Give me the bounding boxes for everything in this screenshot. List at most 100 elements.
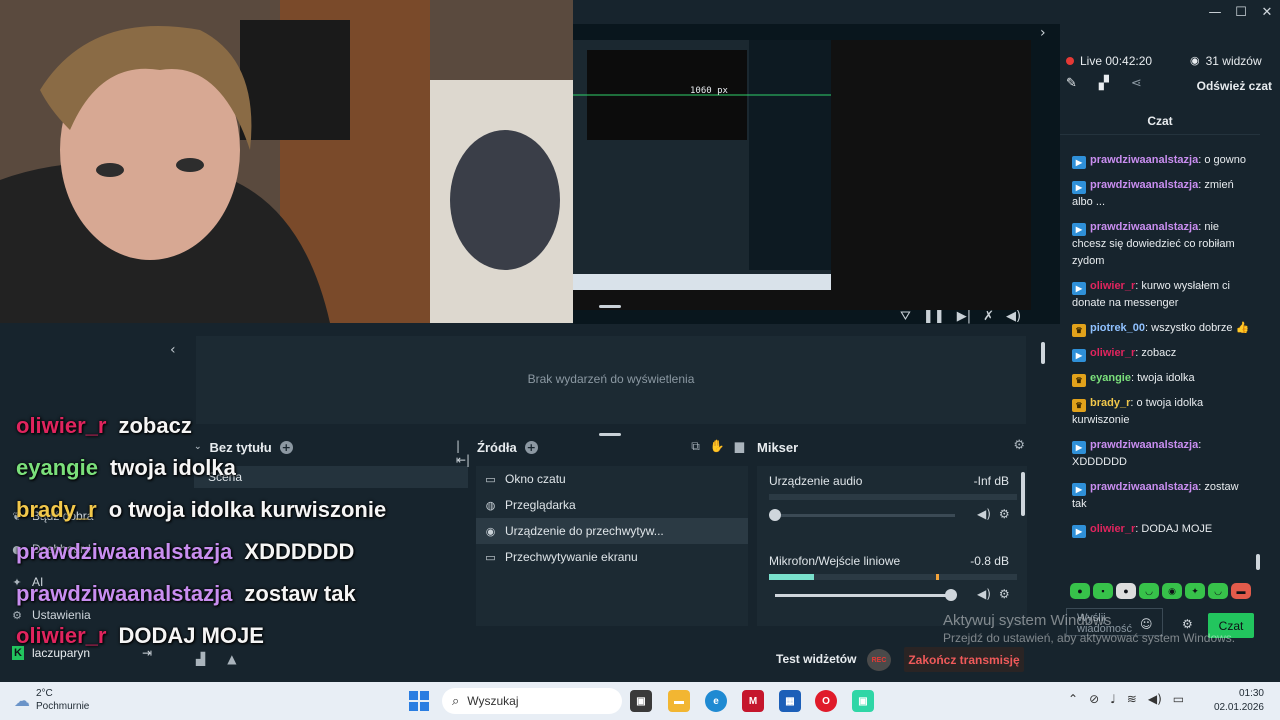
emote-icon[interactable]: ◉ [1162,583,1182,599]
clock-time: 01:30 [1238,688,1264,699]
dashboard-icon[interactable]: ▞ [1099,76,1109,91]
chat-message: ▶ prawdziwaanalstazja: zostaw tak [1072,479,1252,513]
edit-icon[interactable]: ✎ [1066,76,1077,91]
crown-badge-icon: ♛ [1072,399,1086,412]
chevron-up-icon[interactable]: ⌃ [1068,692,1078,706]
wifi-icon[interactable]: ≋ [1127,692,1137,706]
filter-icon[interactable]: ⛛ [900,309,911,324]
skip-icon[interactable]: ▶| [957,309,971,324]
test-widgets-button[interactable]: Test widżetów [776,652,856,666]
refresh-chat-button[interactable]: Odśwież czat [1197,79,1272,93]
twitch-badge-icon: ▶ [1072,223,1086,236]
source-item-screen-capture[interactable]: ▭ Przechwytywanie ekranu [476,544,748,570]
hand-icon[interactable]: ✋ [710,439,725,454]
emote-icon[interactable]: ● [1116,583,1136,599]
emote-icon[interactable]: ✦ [1185,583,1205,599]
chat-username[interactable]: oliwier_r [1090,347,1135,359]
taskbar-clock[interactable]: 01:30 02.01.2026 [1214,687,1264,715]
emote-icon[interactable]: ◡ [1139,583,1159,599]
chat-scrollbar[interactable] [1256,554,1260,570]
volume-icon[interactable]: ◀) [1006,309,1021,324]
chat-username[interactable]: oliwier_r [1090,523,1135,535]
chat-username[interactable]: prawdziwaanalstazja [1090,439,1198,451]
gear-icon[interactable]: ⚙ [999,507,1010,521]
chat-message: ♛ piotrek_00: wszystko dobrze 👍 [1072,320,1252,337]
volume-slider[interactable] [769,509,955,521]
overlay-chat-line: eyangie twoja idolka [16,447,386,489]
source-label: Przeglądarka [505,498,576,512]
gear-icon[interactable]: ⚙ [999,587,1010,601]
volume-slider-knob[interactable] [945,589,958,601]
level-peak-marker [936,574,939,580]
source-item-capture-device[interactable]: ◉ Urządzenie do przechwytyw... [476,518,748,544]
battery-icon[interactable]: ▭ [1173,692,1184,706]
mic-off-icon[interactable]: ✗ [983,309,994,324]
twitch-badge-icon: ▶ [1072,441,1086,454]
taskbar-search[interactable]: ⌕ Wyszukaj [442,688,622,714]
mixer-list: Urządzenie audio -Inf dB ◀) ⚙ Mikrofon/We… [757,466,1027,626]
weather-widget[interactable]: ☁ 2°C Pochmurnie [14,687,89,713]
chat-username[interactable]: prawdziwaanalstazja [1090,481,1198,493]
source-item-browser[interactable]: ◍ Przeglądarka [476,492,748,518]
overlay-chat-line: prawdziwaanalstazja zostaw tak [16,573,386,615]
store-icon[interactable]: ▦ [779,690,801,712]
add-overlay-icon[interactable]: ⧉ [691,439,700,454]
events-scrollbar[interactable] [1041,342,1045,364]
chat-username[interactable]: brady_r [1090,397,1130,409]
send-chat-button[interactable]: Czat [1208,613,1254,638]
streamlabs-icon[interactable]: ▣ [852,690,874,712]
task-view-icon[interactable]: ▣ [630,690,652,712]
folder-icon[interactable]: ▆ [735,439,744,454]
antivirus-icon[interactable]: M [742,690,764,712]
weather-desc: Pochmurnie [36,701,90,712]
chat-username[interactable]: piotrek_00 [1090,322,1145,334]
stream-preview[interactable]: 1060 px [573,24,1060,324]
opera-icon[interactable]: O [815,690,837,712]
volume-icon[interactable]: ◀) [977,587,991,601]
minimize-icon[interactable]: — [1202,0,1228,24]
overlay-chat-line: prawdziwaanalstazja XDDDDDD [16,531,386,573]
volume-icon[interactable]: ◀) [977,507,991,521]
preview-px-label: 1060 px [690,86,728,96]
chat-username[interactable]: eyangie [1090,372,1131,384]
share-icon[interactable]: ⋖ [1131,76,1142,91]
close-icon[interactable]: ✕ [1254,0,1280,24]
mixer-scrollbar[interactable] [1021,472,1025,516]
emote-icon[interactable]: ▪ [1093,583,1113,599]
chat-username[interactable]: prawdziwaanalstazja [1090,221,1198,233]
emoji-icon[interactable]: ☺ [1140,617,1153,631]
add-source-icon[interactable]: + [524,440,538,454]
twitch-badge-icon: ▶ [1072,181,1086,194]
chat-username[interactable]: prawdziwaanalstazja [1090,179,1198,191]
end-stream-button[interactable]: Zakończ transmisję [904,647,1024,672]
scene-transition-icon[interactable]: |⇤| [456,439,470,467]
volume-icon[interactable]: ◀) [1148,692,1162,706]
microphone-icon[interactable]: ♩ [1110,692,1116,706]
streamlabs-window: 1060 px › — ☐ ✕ ⛛ ❚❚ ▶| ✗ ◀) ‹ Brak wyda… [0,0,1280,682]
overlay-message: zostaw tak [244,581,356,606]
system-tray: ⌃ ⊘ ♩ ≋ ◀) ▭ [1068,692,1184,706]
volume-slider[interactable] [775,589,958,601]
network-off-icon[interactable]: ⊘ [1089,692,1099,706]
pause-icon[interactable]: ❚❚ [923,309,945,324]
chevron-left-icon[interactable]: ‹ [170,342,176,358]
volume-slider-knob[interactable] [769,509,781,521]
chat-username[interactable]: oliwier_r [1090,280,1135,292]
emote-icon[interactable]: ● [1070,583,1090,599]
preview-resize-handle[interactable] [599,305,621,308]
chat-username[interactable]: prawdziwaanalstazja [1090,154,1198,166]
file-explorer-icon[interactable]: ▬ [668,690,690,712]
mixer-panel: Mikser ⚙ Urządzenie audio -Inf dB ◀) ⚙ Mi… [757,436,1027,626]
stream-status-bar: Live 00:42:20 ◉ 31 widzów ✎ ▞ ⋖ Odśwież … [1060,24,1280,106]
source-item-chat-window[interactable]: ▭ Okno czatu [476,466,748,492]
emote-icon[interactable]: ◡ [1208,583,1228,599]
start-button[interactable] [409,691,429,711]
chevron-right-icon[interactable]: › [1040,25,1046,41]
mixer-header: Mikser [757,436,1027,458]
mixer-settings-icon[interactable]: ⚙ [1013,438,1025,453]
chat-settings-icon[interactable]: ⚙ [1182,617,1193,631]
edge-icon[interactable]: e [705,690,727,712]
maximize-icon[interactable]: ☐ [1228,0,1254,24]
record-button[interactable]: REC [867,649,891,671]
emote-icon[interactable]: ▬ [1231,583,1251,599]
